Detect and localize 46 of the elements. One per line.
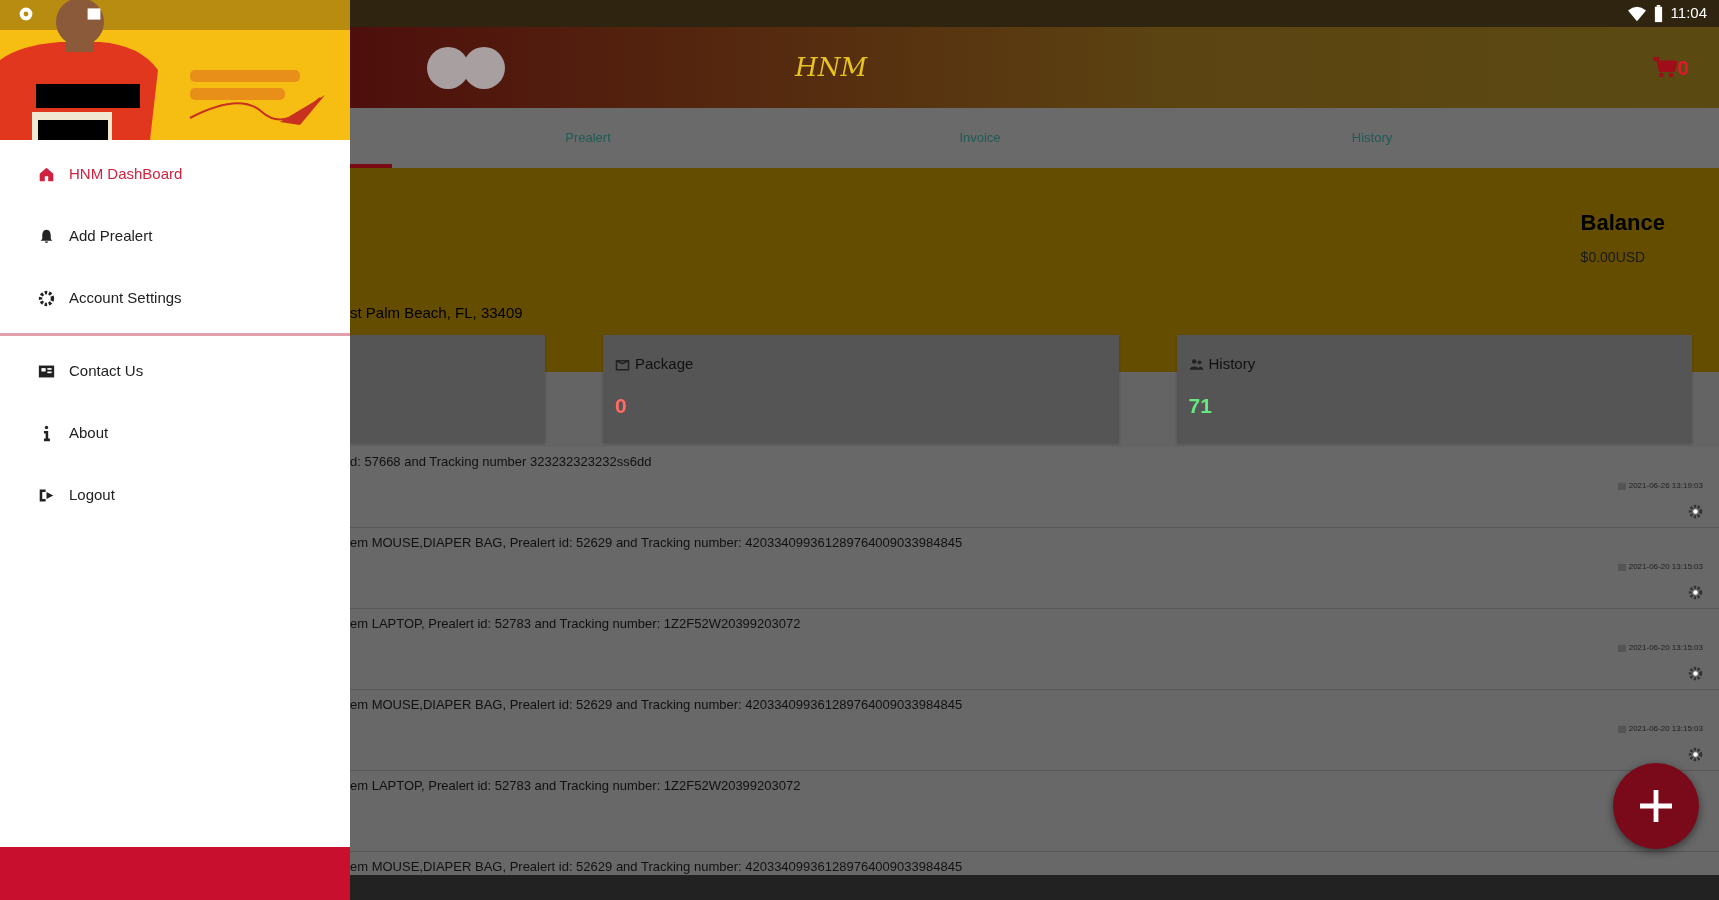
card-title: Package	[635, 354, 694, 374]
prealert-row[interactable]: em MOUSE,DIAPER BAG, Prealert id: 52629 and Tracking number: 420334099361289764009033984845 2021-06-20 13:15:03	[350, 528, 1719, 609]
settings-icon	[1688, 585, 1703, 600]
settings-icon	[1688, 666, 1703, 681]
home-icon	[38, 165, 55, 183]
balance-label: Balance	[1580, 209, 1665, 237]
cart-icon	[1653, 55, 1678, 80]
drawer-item[interactable]: HNM DashBoard	[0, 143, 350, 205]
date-text: 2021-06-26 13:19:03	[1628, 479, 1703, 492]
people-icon	[1188, 356, 1204, 372]
prealert-text: em LAPTOP, Prealert id: 52783 and Tracking number: 1Z2F52W20399203072	[350, 615, 802, 633]
drawer-item[interactable]: Contact Us	[0, 340, 350, 402]
drawer-item[interactable]: Add Prealert	[0, 205, 350, 267]
notification-icon	[18, 5, 34, 22]
prealert-row[interactable]: d: 57668 and Tracking number 323232323232ss6dd 2021-06-26 13:19:03	[350, 447, 1719, 528]
card-title: History	[1208, 354, 1256, 374]
date-text: 2021-06-20 13:15:03	[1628, 641, 1703, 654]
prealert-row[interactable]: em MOUSE,DIAPER BAG, Prealert id: 52629 and Tracking number: 420334099361289764009033984845	[350, 852, 1719, 875]
date-text: 2021-06-20 13:15:03	[1628, 722, 1703, 735]
logo: HNM	[795, 51, 868, 84]
avatar-icon[interactable]	[427, 46, 505, 89]
prealert-text: em LAPTOP, Prealert id: 52783 and Tracking number: 1Z2F52W20399203072	[350, 777, 802, 795]
prealert-row[interactable]: em LAPTOP, Prealert id: 52783 and Tracking number: 1Z2F52W20399203072 2021-06-20 13:15:03	[350, 609, 1719, 690]
card-value: 71	[1188, 392, 1212, 419]
battery-icon	[1653, 4, 1663, 23]
date-text: 2021-06-20 13:15:03	[1628, 560, 1703, 573]
card-value: 0	[615, 392, 627, 419]
prealert-text: em MOUSE,DIAPER BAG, Prealert id: 52629 and Tracking number: 420334099361289764009033984845	[350, 534, 964, 552]
plus-icon	[1640, 790, 1672, 822]
prealert-row[interactable]: em LAPTOP, Prealert id: 52783 and Tracking number: 1Z2F52W20399203072	[350, 771, 1719, 852]
prealert-text: em MOUSE,DIAPER BAG, Prealert id: 52629 and Tracking number: 420334099361289764009033984845	[350, 696, 964, 714]
drawer-item[interactable]: About	[0, 402, 350, 464]
prealert-text: d: 57668 and Tracking number 323232323232ss6dd	[350, 453, 653, 471]
drawer-item[interactable]: Logout	[0, 464, 350, 526]
clock-text: 11:04	[1670, 3, 1707, 24]
settings-icon	[1688, 504, 1703, 519]
cart-button[interactable]: 0	[1653, 51, 1689, 84]
settings-icon	[1688, 747, 1703, 762]
prealert-row[interactable]: em MOUSE,DIAPER BAG, Prealert id: 52629 and Tracking number: 420334099361289764009033984845 2021-06-20 13:15:03	[350, 690, 1719, 771]
drawer-item[interactable]: Account Settings	[0, 267, 350, 329]
wifi-icon	[1627, 4, 1646, 23]
bell-icon	[38, 227, 55, 245]
address-text: st Palm Beach, FL, 33409	[350, 302, 523, 323]
settings-icon	[38, 289, 55, 307]
prealert-text: em MOUSE,DIAPER BAG, Prealert id: 52629 and Tracking number: 420334099361289764009033984845	[350, 858, 964, 875]
balance-amount: $0.00USD	[1580, 248, 1647, 267]
